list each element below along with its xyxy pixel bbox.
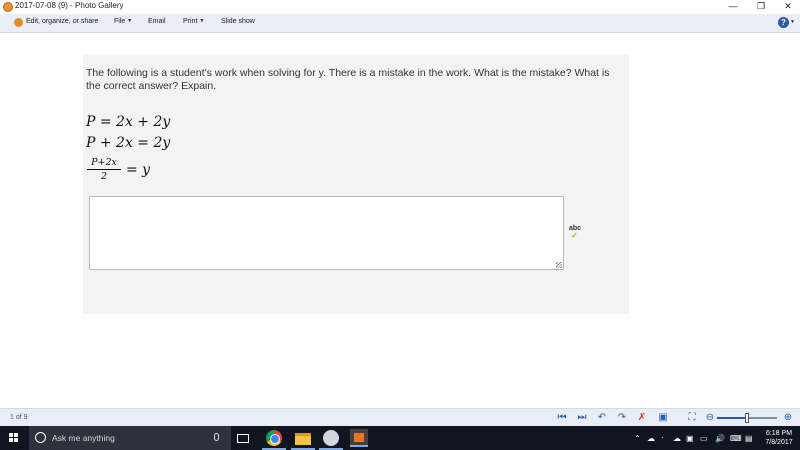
navigation-bar: 1 of 9 ⏮ ⏭ ↶ ↷ ✗ ▣ ⛶ ⊖ ⊕ bbox=[0, 408, 800, 426]
bluetooth-icon[interactable]: ᛫ bbox=[660, 434, 665, 443]
photo-gallery-taskbar-icon[interactable] bbox=[350, 429, 368, 447]
taskbar-search-box[interactable]: Ask me anything bbox=[29, 426, 231, 450]
previous-photo-icon[interactable]: ⏮ bbox=[556, 412, 568, 424]
photo-viewer: The following is a student’s work when s… bbox=[0, 34, 800, 408]
email-button[interactable]: Email bbox=[148, 18, 166, 25]
notification-icon[interactable]: ▤ bbox=[745, 434, 753, 443]
start-button[interactable] bbox=[0, 426, 28, 450]
volume-icon[interactable]: 🔊 bbox=[715, 434, 725, 443]
resize-grip-icon bbox=[556, 262, 562, 268]
zoom-slider-thumb[interactable] bbox=[745, 413, 749, 423]
edit-organize-share-button[interactable]: Edit, organize, or share bbox=[26, 18, 98, 25]
photo-gallery-app-icon bbox=[3, 2, 13, 12]
equation-line-3-rhs: = y bbox=[126, 162, 151, 178]
edit-organize-share-label: Edit, organize, or share bbox=[26, 18, 99, 25]
chrome-icon[interactable] bbox=[266, 430, 282, 446]
file-menu-label: File bbox=[114, 18, 126, 25]
spellcheck-icon: abc ✓ bbox=[569, 225, 581, 240]
answer-textarea bbox=[89, 196, 564, 270]
equation-line-2: P + 2x = 2y bbox=[86, 135, 171, 151]
app-icon[interactable] bbox=[323, 430, 339, 446]
equation-line-3-fraction: P+2x 2 bbox=[87, 157, 121, 182]
email-label: Email bbox=[148, 18, 166, 25]
restore-button[interactable]: ❐ bbox=[747, 0, 775, 14]
help-button[interactable]: ? bbox=[778, 17, 789, 28]
zoom-slider-fill bbox=[717, 417, 747, 419]
photo-gallery-window: 2017-07-08 (9) - Photo Gallery — ❐ ✕ Edi… bbox=[0, 0, 800, 450]
window-title: 2017-07-08 (9) - Photo Gallery bbox=[15, 1, 124, 10]
print-menu-label: Print bbox=[183, 18, 198, 25]
windows-logo-icon bbox=[9, 433, 19, 443]
battery-icon[interactable]: ▭ bbox=[700, 434, 708, 443]
action-icon[interactable]: ▣ bbox=[686, 434, 694, 443]
zoom-out-icon[interactable]: ⊖ bbox=[704, 412, 716, 424]
slide-show-label: Slide show bbox=[221, 18, 255, 25]
slideshow-icon[interactable]: ▣ bbox=[657, 412, 669, 424]
clock-time: 6:18 PM bbox=[765, 430, 793, 437]
photo-content: The following is a student’s work when s… bbox=[83, 55, 629, 314]
checkmark-icon: ✓ bbox=[571, 231, 578, 240]
chevron-down-icon[interactable]: ▼ bbox=[790, 19, 795, 25]
network-icon[interactable]: ☁ bbox=[647, 434, 655, 443]
file-menu[interactable]: File ▼ bbox=[114, 18, 132, 25]
windows-taskbar: Ask me anything ⌃ ☁ ᛫ ☁ ▣ ▭ 🔊 ⌨ ▤ 6:18 P… bbox=[0, 426, 800, 450]
chevron-down-icon: ▼ bbox=[199, 18, 205, 24]
command-bar: Edit, organize, or share File ▼ Email Pri… bbox=[0, 14, 800, 33]
task-view-icon[interactable] bbox=[237, 434, 249, 443]
delete-icon[interactable]: ✗ bbox=[636, 412, 648, 424]
close-button[interactable]: ✕ bbox=[774, 0, 800, 14]
system-clock[interactable]: 6:18 PM 7/8/2017 bbox=[760, 429, 798, 447]
onedrive-icon[interactable]: ☁ bbox=[673, 434, 681, 443]
chevron-down-icon: ▼ bbox=[127, 18, 133, 24]
print-menu[interactable]: Print ▼ bbox=[183, 18, 204, 25]
rotate-right-icon[interactable]: ↷ bbox=[616, 412, 628, 424]
question-text: The following is a student’s work when s… bbox=[86, 67, 610, 92]
clock-date: 7/8/2017 bbox=[765, 439, 793, 446]
zoom-slider[interactable] bbox=[717, 413, 777, 423]
zoom-in-icon[interactable]: ⊕ bbox=[782, 412, 794, 424]
cortana-circle-icon bbox=[35, 432, 46, 443]
show-hidden-icons-icon[interactable]: ⌃ bbox=[634, 434, 641, 443]
search-placeholder: Ask me anything bbox=[52, 433, 115, 443]
fraction-numerator: P+2x bbox=[87, 157, 121, 170]
next-photo-icon[interactable]: ⏭ bbox=[576, 412, 588, 424]
rotate-left-icon[interactable]: ↶ bbox=[596, 412, 608, 424]
title-bar: 2017-07-08 (9) - Photo Gallery — ❐ ✕ bbox=[0, 0, 800, 14]
actual-size-icon[interactable]: ⛶ bbox=[686, 412, 698, 424]
fraction-denominator: 2 bbox=[100, 171, 108, 182]
equation-line-1: P = 2x + 2y bbox=[86, 114, 171, 130]
file-explorer-icon[interactable] bbox=[295, 433, 311, 445]
microphone-icon[interactable] bbox=[214, 433, 219, 441]
slide-show-button[interactable]: Slide show bbox=[221, 18, 255, 25]
edit-organize-icon bbox=[14, 18, 23, 27]
keyboard-icon[interactable]: ⌨ bbox=[730, 434, 742, 443]
page-count: 1 of 9 bbox=[10, 414, 28, 421]
minimize-button[interactable]: — bbox=[719, 0, 747, 14]
